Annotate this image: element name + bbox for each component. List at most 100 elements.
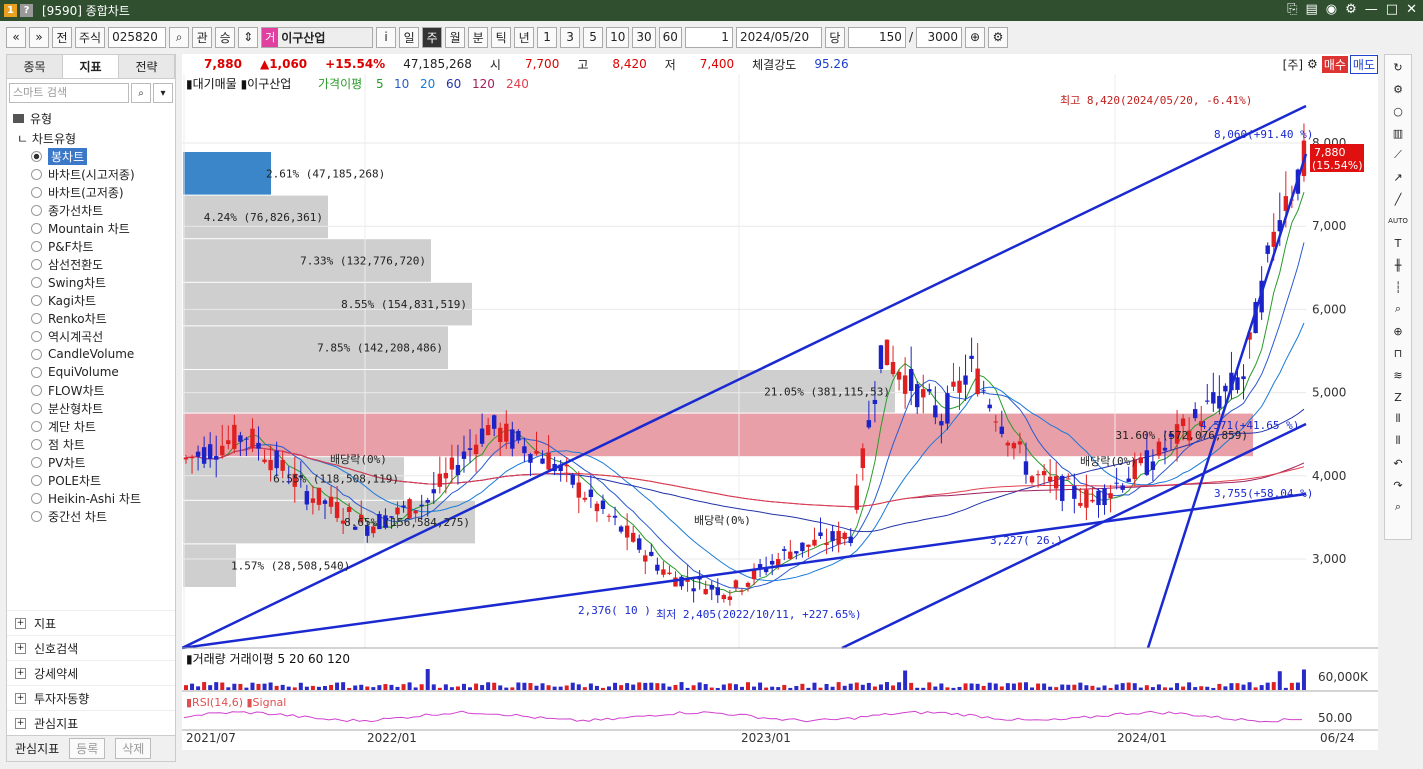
tab-strategy[interactable]: 전략 <box>119 55 175 78</box>
radio-icon[interactable] <box>31 456 42 468</box>
chart-type-item[interactable]: 역시계곡선 <box>7 327 175 345</box>
register-button[interactable]: 등록 <box>69 738 106 759</box>
down-button[interactable]: » <box>29 26 49 48</box>
group-strength[interactable]: + 강세약세 <box>7 660 175 685</box>
chart-type-item[interactable]: 바차트(시고저종) <box>7 165 175 183</box>
count-10[interactable]: 10 <box>606 26 630 48</box>
chart-type-item[interactable]: 봉차트 <box>7 147 175 165</box>
buy-button[interactable]: 매수 <box>1321 55 1348 73</box>
radio-icon[interactable] <box>31 258 42 270</box>
radio-icon[interactable] <box>31 384 42 396</box>
chart-type-item[interactable]: 삼선전환도 <box>7 255 175 273</box>
line-icon[interactable]: ╱ <box>1389 191 1407 207</box>
auto-icon[interactable]: AUTO <box>1388 213 1408 229</box>
chart-type-item[interactable]: Renko차트 <box>7 309 175 327</box>
grid-icon[interactable]: ⦀ <box>1389 411 1407 427</box>
radio-icon[interactable] <box>31 420 42 432</box>
radio-icon[interactable] <box>31 474 42 486</box>
chart-type-item[interactable]: P&F차트 <box>7 237 175 255</box>
count-3[interactable]: 3 <box>560 26 581 48</box>
chart-type-item[interactable]: CandleVolume <box>7 345 175 363</box>
count-1[interactable]: 1 <box>537 26 558 48</box>
bar-chart-icon[interactable]: ▥ <box>1389 125 1407 141</box>
period-year[interactable]: 년 <box>514 26 535 48</box>
trend-line-icon[interactable]: ⟋ <box>1389 147 1407 163</box>
candle-icon[interactable]: ╫ <box>1389 257 1407 273</box>
radio-icon[interactable] <box>31 366 42 378</box>
price-chart-svg[interactable]: 2.61% (47,185,268) 4.24% (76,826,361) 7.33… <box>181 74 1378 750</box>
chart-type-item[interactable]: FLOW차트 <box>7 381 175 399</box>
count-30[interactable]: 30 <box>632 26 656 48</box>
undo-icon[interactable]: ↶ <box>1389 455 1407 471</box>
z-icon[interactable]: Z <box>1389 389 1407 405</box>
chart-type-item[interactable]: 바차트(고저종) <box>7 183 175 201</box>
print-icon[interactable]: ▤ <box>1306 2 1318 17</box>
settings-icon[interactable]: ⚙ <box>1345 2 1357 17</box>
circle-icon[interactable]: ○ <box>1389 103 1407 119</box>
info-icon[interactable]: i <box>376 26 397 48</box>
date-input[interactable]: 2024/05/20 <box>735 26 822 48</box>
refresh-icon[interactable]: ↻ <box>1389 59 1407 75</box>
chart-type-item[interactable]: 중간선 차트 <box>7 507 175 525</box>
radio-icon[interactable] <box>31 186 42 198</box>
gear-icon[interactable]: ⚙ <box>987 26 1008 48</box>
bars-icon[interactable]: ┆ <box>1389 279 1407 295</box>
chart-type-item[interactable]: Kagi차트 <box>7 291 175 309</box>
radio-icon[interactable] <box>31 276 42 288</box>
chart-type-item[interactable]: Swing차트 <box>7 273 175 291</box>
magnet-icon[interactable]: ⊓ <box>1389 345 1407 361</box>
smart-search-input[interactable]: 스마트 검색 <box>9 83 129 103</box>
chart-type-item[interactable]: 계단 차트 <box>7 417 175 435</box>
bars-input[interactable]: 150 <box>847 26 906 48</box>
settings-icon[interactable]: ⚙ <box>1307 57 1318 71</box>
radio-icon[interactable] <box>31 222 42 234</box>
unit-input[interactable]: 1 <box>684 26 733 48</box>
group-investor[interactable]: + 투자자동향 <box>7 685 175 710</box>
radio-icon[interactable] <box>31 438 42 450</box>
subcategory-header[interactable]: ㄴ 차트유형 <box>7 130 175 147</box>
period-day[interactable]: 일 <box>399 26 420 48</box>
unit-tag[interactable]: [주] <box>1283 56 1303 73</box>
chart-type-item[interactable]: Mountain 차트 <box>7 219 175 237</box>
search-icon[interactable]: ⌕ <box>1389 499 1407 515</box>
radio-icon[interactable] <box>31 402 42 414</box>
minimize-icon[interactable]: — <box>1365 2 1378 17</box>
radio-icon[interactable] <box>31 294 42 306</box>
period-week[interactable]: 주 <box>422 26 443 48</box>
chart-type-item[interactable]: 분산형차트 <box>7 399 175 417</box>
count-60[interactable]: 60 <box>658 26 682 48</box>
fib-icon[interactable]: ≋ <box>1389 367 1407 383</box>
zoom-icon[interactable]: ⌕ <box>1389 301 1407 317</box>
group-indicator[interactable]: + 지표 <box>7 610 175 635</box>
columns-icon[interactable]: ⦀ <box>1389 433 1407 449</box>
market-select[interactable]: 전 <box>52 26 72 48</box>
help-icon[interactable]: ? <box>20 4 33 17</box>
count-5[interactable]: 5 <box>583 26 604 48</box>
camera-icon[interactable]: ◉ <box>1326 2 1337 17</box>
period-minute[interactable]: 분 <box>468 26 489 48</box>
category-header[interactable]: 유형 <box>7 107 175 130</box>
redo-icon[interactable]: ↷ <box>1389 477 1407 493</box>
tab-stock[interactable]: 종목 <box>7 55 63 78</box>
expand-icon[interactable]: ▾ <box>153 83 173 103</box>
text-icon[interactable]: T <box>1389 235 1407 251</box>
radio-icon[interactable] <box>31 240 42 252</box>
stepper-icon[interactable]: ⇕ <box>238 26 259 48</box>
chart-type-item[interactable]: Heikin-Ashi 차트 <box>7 489 175 507</box>
zoom-icon[interactable]: ⊕ <box>964 26 985 48</box>
radio-icon[interactable] <box>31 168 42 180</box>
maximize-icon[interactable]: □ <box>1386 2 1398 17</box>
radio-icon[interactable] <box>31 510 42 522</box>
radio-icon[interactable] <box>31 204 42 216</box>
radio-icon[interactable] <box>31 348 42 360</box>
group-button[interactable]: 관 <box>192 26 213 48</box>
radio-icon[interactable] <box>31 312 42 324</box>
prev-button[interactable]: « <box>6 26 26 48</box>
delete-button[interactable]: 삭제 <box>115 738 152 759</box>
chart-type-item[interactable]: PV차트 <box>7 453 175 471</box>
chart-type-item[interactable]: EquiVolume <box>7 363 175 381</box>
type-select[interactable]: 주식 <box>75 26 106 48</box>
stock-name-field[interactable]: 거 이구산업 <box>261 26 374 48</box>
chart-type-item[interactable]: POLE차트 <box>7 471 175 489</box>
zoom-in-icon[interactable]: ⊕ <box>1389 323 1407 339</box>
